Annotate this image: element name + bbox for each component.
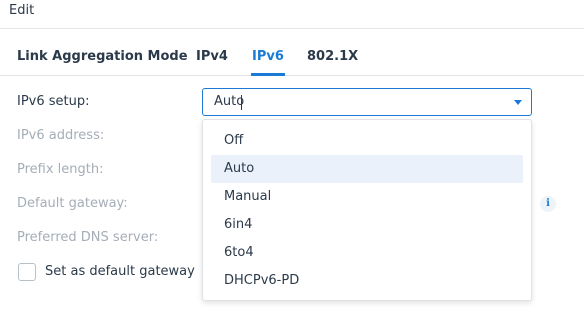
tab-bar: Link Aggregation Mode IPv4 IPv6 802.1X (0, 44, 584, 76)
text-caret (241, 95, 242, 110)
set-default-gateway-label[interactable]: Set as default gateway (45, 264, 195, 279)
ipv6-setup-select[interactable]: Auto (202, 88, 532, 116)
active-tab-indicator (251, 73, 285, 76)
tab-link-aggregation-mode[interactable]: Link Aggregation Mode (17, 49, 188, 64)
option-6to4[interactable]: 6to4 (211, 239, 523, 267)
option-auto[interactable]: Auto (211, 155, 523, 183)
option-6in4[interactable]: 6in4 (211, 211, 523, 239)
chevron-down-icon[interactable] (514, 100, 522, 105)
option-dhcpv6-pd[interactable]: DHCPv6-PD (211, 267, 523, 295)
set-default-gateway-checkbox[interactable] (18, 263, 36, 281)
prefix-length-label: Prefix length: (17, 162, 104, 177)
tab-ipv6[interactable]: IPv6 (252, 49, 284, 64)
tab-ipv4[interactable]: IPv4 (196, 49, 228, 64)
option-manual[interactable]: Manual (211, 183, 523, 211)
dialog-title: Edit (9, 3, 35, 18)
preferred-dns-server-label: Preferred DNS server: (17, 230, 159, 245)
ipv6-address-label: IPv6 address: (17, 128, 105, 143)
dialog-titlebar: Edit (0, 0, 584, 29)
ipv6-setup-dropdown: Off Auto Manual 6in4 6to4 DHCPv6-PD (202, 119, 532, 301)
info-icon[interactable]: i (540, 196, 556, 212)
default-gateway-label: Default gateway: (17, 196, 128, 211)
ipv6-setup-value: Auto (214, 94, 245, 109)
tab-8021x[interactable]: 802.1X (307, 49, 358, 64)
ipv6-setup-label: IPv6 setup: (17, 94, 90, 109)
option-off[interactable]: Off (211, 127, 523, 155)
